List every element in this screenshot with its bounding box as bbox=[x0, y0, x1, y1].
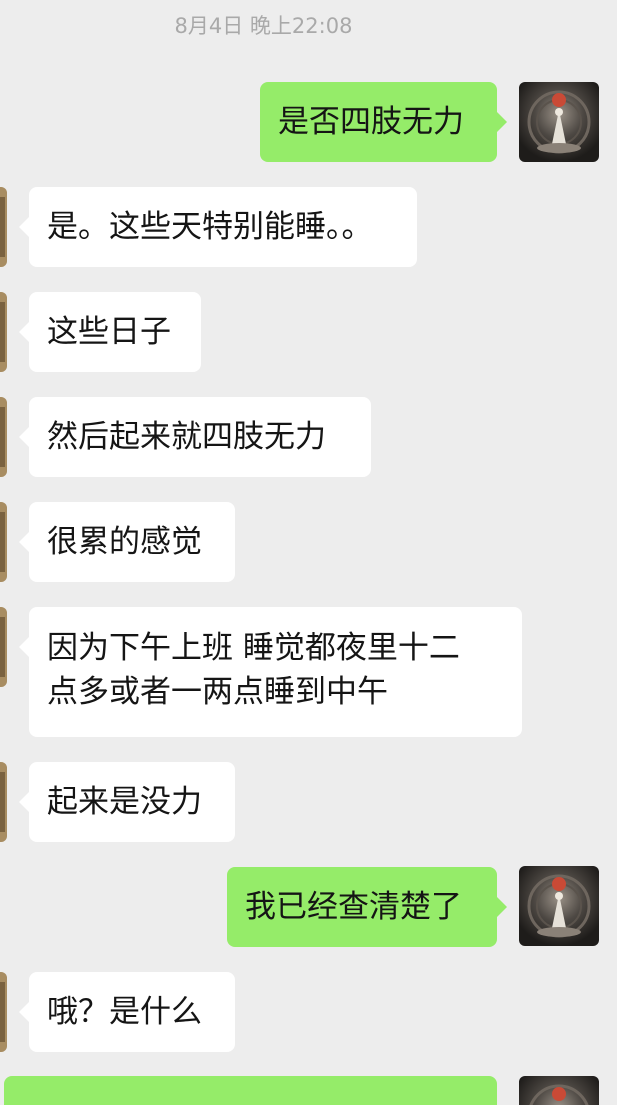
peer-avatar[interactable] bbox=[0, 502, 7, 582]
peer-avatar-icon bbox=[0, 762, 7, 842]
peer-avatar-icon bbox=[0, 502, 7, 582]
peer-avatar[interactable] bbox=[0, 972, 7, 1052]
outgoing-message-bubble[interactable] bbox=[4, 1076, 497, 1105]
self-avatar-icon bbox=[519, 82, 599, 162]
message-text-line: 点多或者一两点睡到中午 bbox=[47, 674, 388, 710]
self-avatar-icon bbox=[519, 1076, 599, 1105]
peer-avatar[interactable] bbox=[0, 292, 7, 372]
peer-avatar[interactable] bbox=[0, 607, 7, 687]
incoming-message-bubble[interactable]: 这些日子 bbox=[19, 292, 201, 372]
message-text: 然后起来就四肢无力 bbox=[47, 419, 326, 455]
message-text: 很累的感觉 bbox=[47, 524, 202, 560]
incoming-message-bubble[interactable]: 哦？是什么 bbox=[19, 972, 235, 1052]
self-avatar[interactable] bbox=[519, 82, 599, 162]
peer-avatar-icon bbox=[0, 292, 7, 372]
peer-avatar-icon bbox=[0, 397, 7, 477]
message-text: 是否四肢无力 bbox=[278, 104, 464, 140]
self-avatar-icon bbox=[519, 866, 599, 946]
peer-avatar-icon bbox=[0, 972, 7, 1052]
peer-avatar[interactable] bbox=[0, 397, 7, 477]
self-avatar[interactable] bbox=[519, 1076, 599, 1105]
message-text: 我已经查清楚了 bbox=[245, 889, 462, 925]
incoming-message-bubble[interactable]: 因为下午上班 睡觉都夜里十二 点多或者一两点睡到中午 bbox=[19, 607, 522, 737]
incoming-message-bubble[interactable]: 很累的感觉 bbox=[19, 502, 235, 582]
peer-avatar-icon bbox=[0, 607, 7, 687]
incoming-message-bubble[interactable]: 是。这些天特别能睡。。 bbox=[19, 187, 417, 267]
message-text: 哦？是什么 bbox=[47, 994, 202, 1030]
peer-avatar[interactable] bbox=[0, 187, 7, 267]
outgoing-message-bubble[interactable]: 我已经查清楚了 bbox=[227, 867, 507, 947]
message-text: 是。这些天特别能睡。。 bbox=[47, 209, 373, 245]
chat-window[interactable]: 8月4日 晚上22:08 是否四肢无力 是。这些天特别能睡。。 这些日子 然后起… bbox=[0, 0, 617, 1105]
peer-avatar[interactable] bbox=[0, 762, 7, 842]
message-timestamp: 8月4日 晚上22:08 bbox=[174, 14, 353, 38]
message-text: 这些日子 bbox=[47, 314, 171, 350]
outgoing-message-bubble[interactable]: 是否四肢无力 bbox=[260, 82, 507, 162]
self-avatar[interactable] bbox=[519, 866, 599, 946]
incoming-message-bubble[interactable]: 然后起来就四肢无力 bbox=[19, 397, 371, 477]
incoming-message-bubble[interactable]: 起来是没力 bbox=[19, 762, 235, 842]
peer-avatar-icon bbox=[0, 187, 7, 267]
message-text-line: 因为下午上班 睡觉都夜里十二 bbox=[47, 630, 460, 666]
message-text: 起来是没力 bbox=[47, 784, 202, 820]
